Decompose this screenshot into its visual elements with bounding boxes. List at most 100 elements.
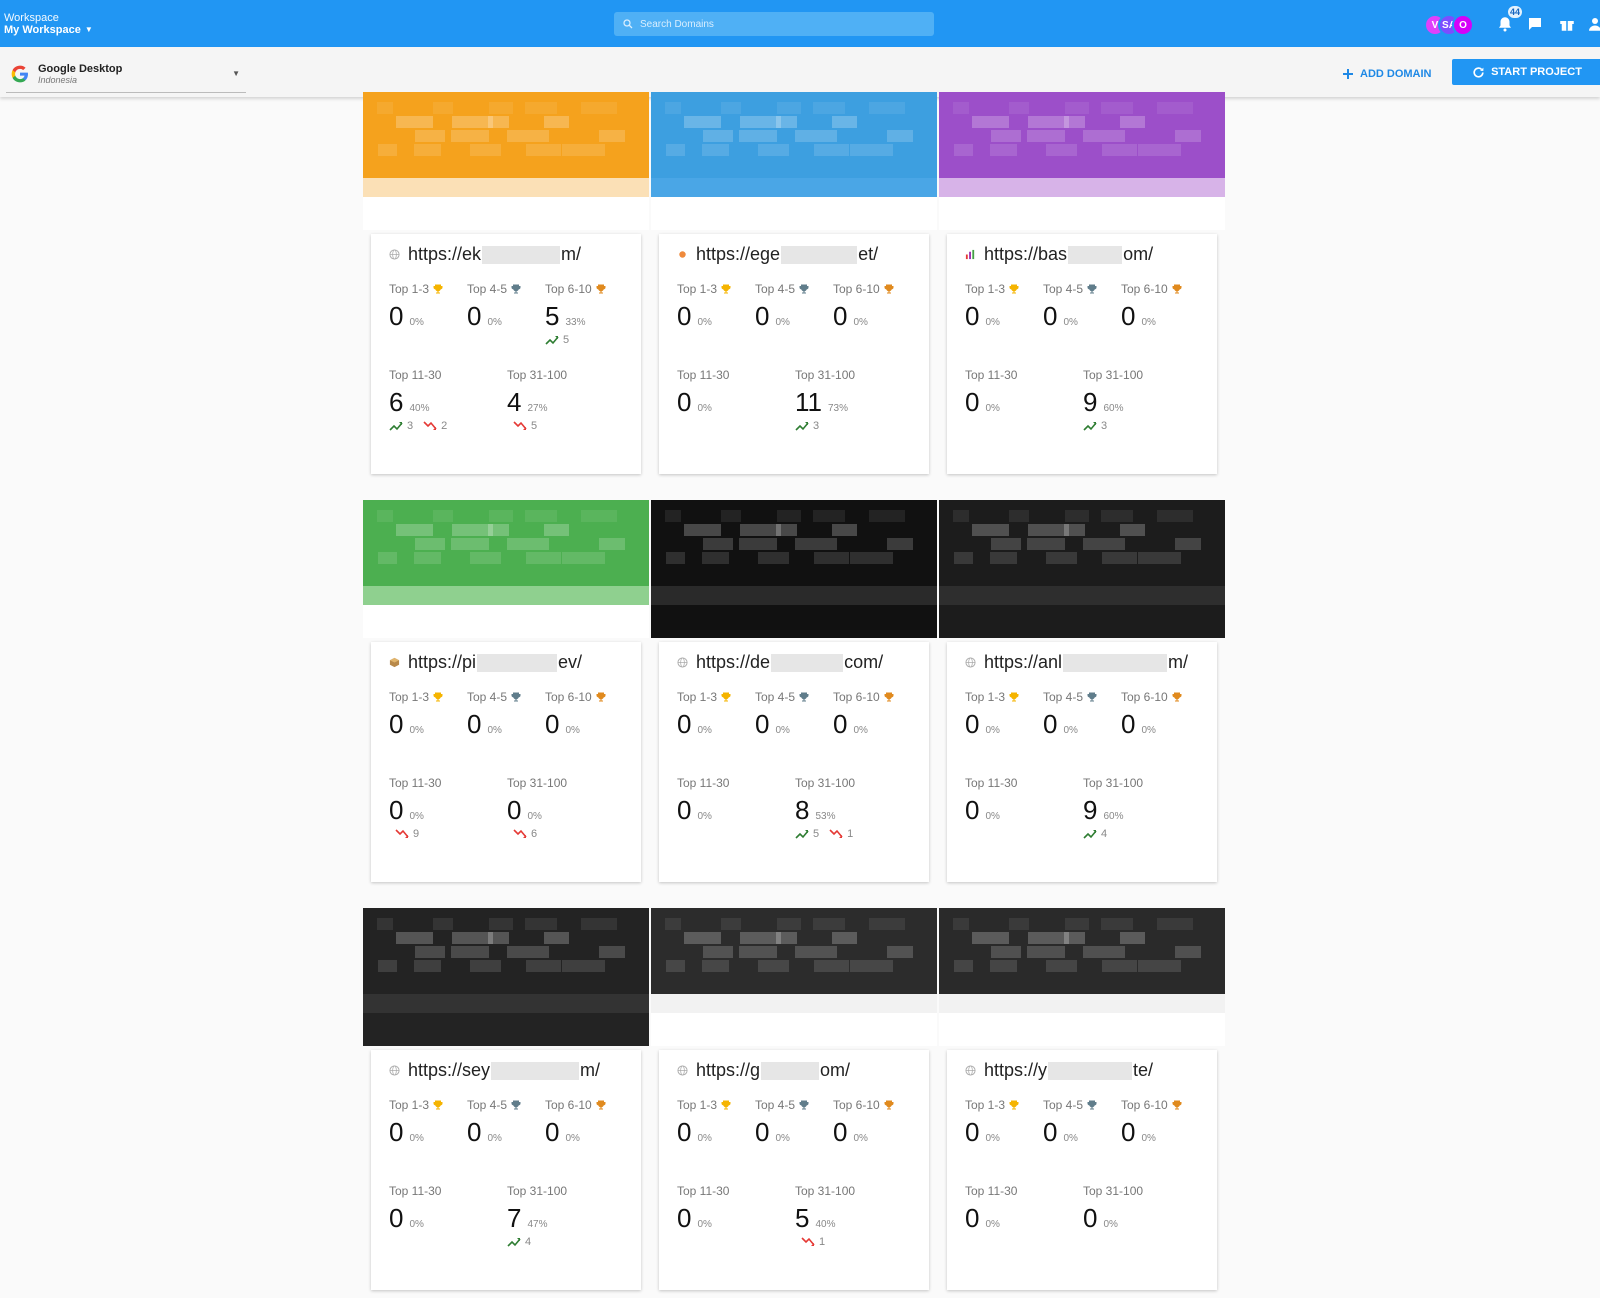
trophy-icon (1009, 284, 1019, 294)
site-thumbnail[interactable] (939, 908, 1225, 1046)
stat-top4: Top 4-5 0 0% (467, 690, 522, 740)
domain-card[interactable]: https://sey m/ Top 1-3 0 0% Top 4-5 0 0% T… (363, 908, 649, 1290)
site-thumbnail[interactable] (363, 500, 649, 638)
stat-top6: Top 6-10 5 33% 5 (545, 282, 607, 346)
trend-down-icon (513, 829, 527, 838)
domain-card[interactable]: https://bas om/ Top 1-3 0 0% Top 4-5 0 0% … (939, 92, 1225, 474)
stat-label: Top 11-30 (677, 1184, 730, 1198)
stat-label: Top 4-5 (1043, 1098, 1084, 1112)
stat-top4: Top 4-5 0 0% (1043, 282, 1098, 332)
domain-card[interactable]: https://de com/ Top 1-3 0 0% Top 4-5 0 0% … (651, 500, 937, 882)
url-end: om/ (1123, 244, 1154, 264)
stat-label: Top 31-100 (795, 776, 856, 790)
stat-top1: Top 1-3 0 0% (965, 282, 1020, 332)
trend-up-count: 4 (1101, 828, 1108, 840)
domain-card[interactable]: https://g om/ Top 1-3 0 0% Top 4-5 0 0% To… (651, 908, 937, 1290)
domain-url[interactable]: https://de com/ (677, 652, 883, 673)
avatar[interactable]: O (1452, 14, 1474, 36)
workspace-switcher[interactable]: Workspace My Workspace ▼ (4, 12, 93, 36)
domain-card[interactable]: https://ege et/ Top 1-3 0 0% Top 4-5 0 0% … (651, 92, 937, 474)
domain-card[interactable]: https://anl m/ Top 1-3 0 0% Top 4-5 0 0% T… (939, 500, 1225, 882)
stat-top1: Top 1-3 0 0% (389, 282, 444, 332)
domain-card[interactable]: https://y te/ Top 1-3 0 0% Top 4-5 0 0% To… (939, 908, 1225, 1290)
gift-icon[interactable] (1558, 15, 1576, 33)
site-thumbnail[interactable] (651, 500, 937, 638)
trend-down-count: 9 (413, 828, 420, 840)
trend-up-count: 3 (1101, 420, 1108, 432)
stat-value: 0 (467, 301, 482, 331)
domain-url[interactable]: https://sey m/ (389, 1060, 600, 1081)
rank-change: 1 (795, 1236, 855, 1248)
site-thumbnail[interactable] (939, 500, 1225, 638)
stat-label: Top 11-30 (677, 368, 730, 382)
stat-percent: 40% (815, 1219, 836, 1230)
url-end: m/ (561, 244, 582, 264)
trend-up-icon (1083, 830, 1097, 839)
trophy-icon (596, 1100, 606, 1110)
url-end: m/ (1168, 652, 1189, 672)
trophy-icon (1009, 692, 1019, 702)
url-end: com/ (844, 652, 884, 672)
stat-percent: 0% (775, 317, 790, 328)
trend-down-icon (801, 1237, 815, 1246)
url-redaction (771, 653, 844, 672)
url-redaction (1063, 653, 1168, 672)
add-domain-label: ADD DOMAIN (1360, 68, 1432, 80)
url-start: https://anl (984, 652, 1063, 672)
stat-top11: Top 11-30 0 0% (965, 776, 1017, 826)
trophy-icon (511, 284, 521, 294)
domain-url[interactable]: https://pi ev/ (389, 652, 582, 673)
trend-down-icon (423, 421, 437, 430)
domain-url[interactable]: https://ege et/ (677, 244, 878, 265)
stat-value: 0 (965, 1203, 980, 1233)
stat-value: 6 (389, 387, 404, 417)
stat-label: Top 11-30 (389, 368, 442, 382)
trophy-icon (799, 1100, 809, 1110)
domain-url[interactable]: https://g om/ (677, 1060, 850, 1081)
domain-url[interactable]: https://bas om/ (965, 244, 1153, 265)
domain-card[interactable]: https://ek m/ Top 1-3 0 0% Top 4-5 0 0% To… (363, 92, 649, 474)
site-thumbnail[interactable] (363, 92, 649, 230)
url-redaction (781, 245, 858, 264)
domain-card[interactable]: https://pi ev/ Top 1-3 0 0% Top 4-5 0 0% T… (363, 500, 649, 882)
site-thumbnail[interactable] (651, 92, 937, 230)
stat-top11: Top 11-30 0 0% (965, 1184, 1017, 1234)
engine-name: Google Desktop (38, 62, 123, 75)
site-thumbnail[interactable] (651, 908, 937, 1046)
stat-label: Top 6-10 (545, 690, 592, 704)
domain-url[interactable]: https://y te/ (965, 1060, 1153, 1081)
avatar-group[interactable]: V SA O (1424, 14, 1476, 36)
user-icon[interactable] (1586, 15, 1600, 33)
stat-percent: 40% (409, 403, 430, 414)
stat-percent: 0% (409, 317, 424, 328)
site-thumbnail[interactable] (363, 908, 649, 1046)
stat-label: Top 6-10 (1121, 1098, 1168, 1112)
url-start: https://y (984, 1060, 1048, 1080)
stat-label: Top 6-10 (545, 282, 592, 296)
stat-label: Top 1-3 (389, 1098, 430, 1112)
domain-url[interactable]: https://ek m/ (389, 244, 581, 265)
dropdown-arrow-icon: ▼ (232, 69, 240, 78)
search-domains-input[interactable]: Search Domains (614, 12, 934, 36)
stat-percent: 60% (1103, 403, 1124, 414)
stat-label: Top 1-3 (389, 690, 430, 704)
add-domain-button[interactable]: ADD DOMAIN (1342, 63, 1432, 85)
domain-url[interactable]: https://anl m/ (965, 652, 1188, 673)
stat-value: 4 (507, 387, 522, 417)
trophy-icon (721, 1100, 731, 1110)
trophy-icon (433, 1100, 443, 1110)
refresh-icon (1473, 66, 1484, 78)
stat-label: Top 11-30 (965, 368, 1018, 382)
url-redaction (761, 1061, 820, 1080)
chat-icon[interactable] (1526, 15, 1544, 33)
stat-top11: Top 11-30 6 40% 32 (389, 368, 447, 432)
site-thumbnail[interactable] (939, 92, 1225, 230)
stat-value: 0 (545, 1117, 560, 1147)
stat-label: Top 6-10 (545, 1098, 592, 1112)
stat-percent: 0% (409, 1219, 424, 1230)
stat-top6: Top 6-10 0 0% (1121, 1098, 1183, 1148)
search-engine-select[interactable]: Google Desktop Indonesia ▼ (6, 55, 246, 93)
start-project-button[interactable]: START PROJECT (1452, 59, 1600, 85)
url-end: m/ (580, 1060, 601, 1080)
rank-change: 5 (507, 420, 567, 432)
